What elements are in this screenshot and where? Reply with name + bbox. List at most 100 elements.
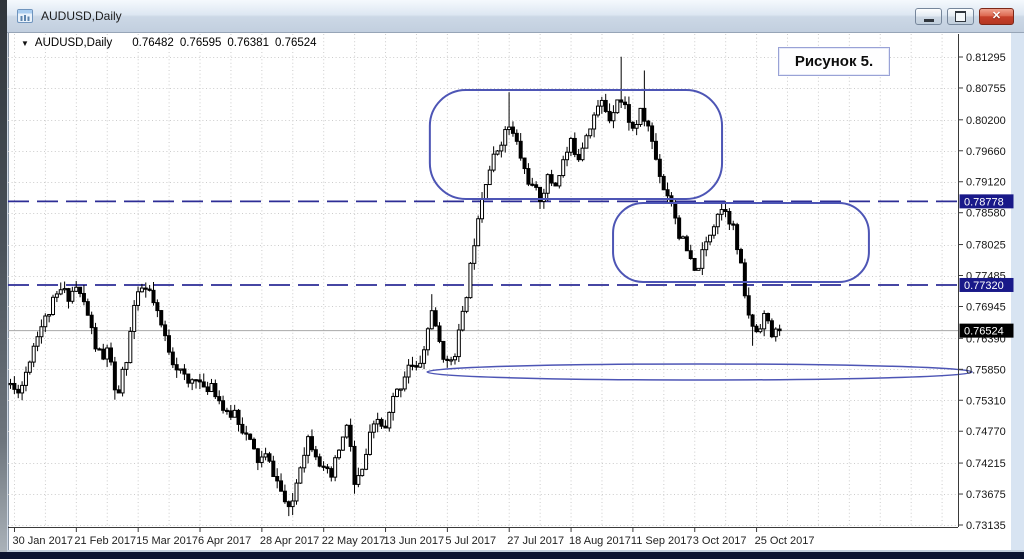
bear-candle [535, 185, 538, 188]
bear-candle [152, 290, 155, 302]
date-tick-label: 3 Oct 2017 [693, 535, 747, 547]
date-tick-label: 6 Apr 2017 [198, 535, 251, 547]
bull-candle [137, 292, 140, 306]
bull-candle [365, 454, 368, 469]
bear-candle [438, 326, 441, 341]
candles [9, 57, 781, 516]
bull-candle [616, 100, 619, 113]
bear-candle [747, 296, 750, 315]
bear-candle [550, 175, 553, 183]
bear-candle [117, 390, 120, 393]
screenshot-stage: AUDUSD,Daily ✕ 0.812950.807550.802000.79… [0, 0, 1024, 559]
bull-candle [303, 455, 306, 467]
price-tick-label: 0.75850 [966, 364, 1006, 376]
bull-candle [392, 396, 395, 412]
bull-candle [368, 432, 371, 454]
bear-candle [229, 411, 232, 417]
bull-candle [600, 100, 603, 106]
bull-candle [129, 331, 132, 362]
bear-candle [218, 397, 221, 401]
bear-candle [202, 382, 205, 387]
bear-candle [353, 446, 356, 484]
bear-candle [225, 410, 228, 411]
bull-candle [461, 311, 464, 330]
bull-candle [566, 152, 569, 159]
bear-candle [167, 336, 170, 352]
bear-candle [241, 424, 244, 433]
bull-candle [716, 214, 719, 226]
bull-candle [24, 372, 27, 385]
bear-candle [608, 111, 611, 120]
bull-candle [28, 362, 31, 372]
bull-candle [52, 297, 55, 314]
price-badge-label: 0.77320 [964, 280, 1004, 292]
bull-candle [639, 108, 642, 124]
bear-candle [724, 210, 727, 212]
bull-candle [682, 237, 685, 238]
bull-candle [307, 437, 310, 456]
bull-candle [430, 311, 433, 329]
bull-candle [388, 412, 391, 428]
bear-candle [778, 329, 781, 331]
bull-candle [179, 369, 182, 370]
bear-candle [511, 127, 514, 133]
price-tick-label: 0.73135 [966, 520, 1006, 532]
bull-candle [500, 145, 503, 151]
bull-candle [488, 170, 491, 184]
bull-candle [423, 350, 426, 364]
bear-candle [314, 450, 317, 457]
bull-candle [457, 330, 460, 357]
date-tick-label: 30 Jan 2017 [13, 535, 74, 547]
bear-candle [531, 184, 534, 185]
bull-candle [701, 250, 704, 269]
bull-candle [210, 384, 213, 392]
bear-candle [67, 289, 70, 302]
price-chart-canvas[interactable]: 0.812950.807550.802000.796600.791200.785… [0, 0, 1024, 559]
bear-candle [732, 224, 735, 225]
bear-candle [82, 293, 85, 301]
bear-candle [693, 259, 696, 271]
price-badge-label: 0.78778 [964, 196, 1004, 208]
bull-candle [55, 294, 58, 297]
price-tick-label: 0.74770 [966, 426, 1006, 438]
bull-candle [450, 360, 453, 361]
bull-candle [63, 289, 66, 290]
bear-candle [349, 425, 352, 446]
chevron-down-icon: ▼ [21, 39, 29, 48]
bear-candle [318, 457, 321, 466]
bear-candle [446, 359, 449, 360]
bear-candle [577, 154, 580, 159]
bull-candle [558, 176, 561, 186]
bear-candle [326, 467, 329, 469]
price-tick-label: 0.76945 [966, 301, 1006, 313]
bear-candle [160, 311, 163, 325]
bear-candle [519, 141, 522, 158]
figure-caption-object[interactable]: Рисунок 5. [778, 47, 890, 76]
quote-header[interactable]: ▼ AUDUSD,Daily 0.76482 0.76595 0.76381 0… [21, 37, 317, 49]
bear-candle [527, 169, 530, 185]
bull-candle [338, 450, 341, 458]
bear-candle [322, 466, 325, 467]
bear-candle [148, 289, 151, 290]
bear-candle [384, 426, 387, 428]
bull-candle [562, 160, 565, 176]
bull-candle [345, 425, 348, 437]
bull-candle [720, 210, 723, 215]
bear-candle [739, 250, 742, 263]
bear-candle [280, 481, 283, 491]
bear-candle [666, 190, 669, 196]
bear-candle [604, 100, 607, 111]
support-ellipse-annotation [427, 364, 972, 380]
bear-candle [310, 437, 313, 450]
bull-candle [44, 316, 47, 327]
date-tick-label: 5 Jul 2017 [445, 535, 496, 547]
bear-candle [662, 176, 665, 189]
bull-candle [612, 113, 615, 121]
bear-candle [86, 302, 89, 316]
bear-candle [736, 225, 739, 250]
bear-candle [411, 365, 414, 366]
bull-candle [596, 106, 599, 115]
bear-candle [283, 491, 286, 502]
bear-candle [256, 449, 259, 463]
bear-candle [380, 419, 383, 426]
